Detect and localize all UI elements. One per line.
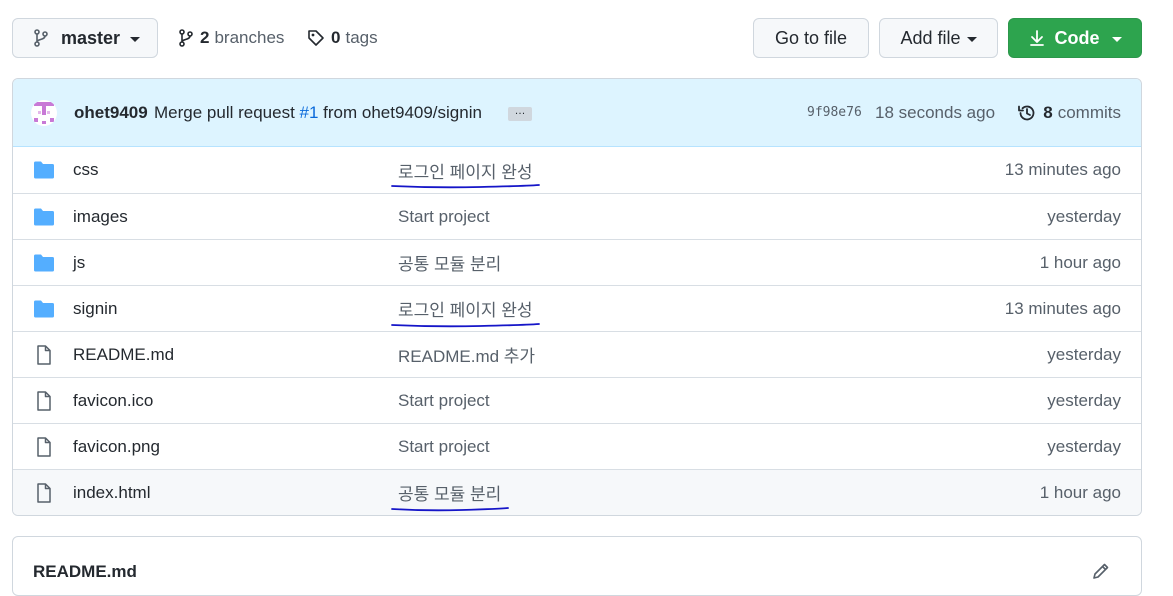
- file-name-link[interactable]: js: [73, 253, 85, 273]
- latest-commit-bar: ohet9409 Merge pull request #1 from ohet…: [13, 79, 1141, 147]
- file-commit-time: yesterday: [1047, 390, 1121, 410]
- pencil-icon[interactable]: [1091, 561, 1111, 581]
- folder-icon: [33, 207, 55, 227]
- branch-name: master: [61, 27, 121, 48]
- file-row: css 로그인 페이지 완성 13 minutes ago: [13, 147, 1141, 193]
- tag-icon: [308, 30, 324, 46]
- file-commit-time: 1 hour ago: [1039, 482, 1121, 502]
- file-commit-message-link[interactable]: README.md 추가: [398, 342, 535, 367]
- folder-icon: [33, 299, 55, 319]
- file-commit-message-link[interactable]: Start project: [398, 437, 490, 457]
- annotation-underline: [391, 323, 540, 328]
- commit-message-suffix: from ohet9409/signin: [318, 102, 482, 122]
- annotation-underline: [391, 184, 540, 189]
- file-commit-message-link[interactable]: 로그인 페이지 완성: [398, 158, 533, 183]
- branches-count: 2: [200, 28, 210, 47]
- file-list: css 로그인 페이지 완성 13 minutes ago images Start p…: [13, 147, 1141, 515]
- commit-sha-link[interactable]: 9f98e76: [807, 105, 862, 120]
- folder-icon: [33, 160, 55, 180]
- download-icon: [1029, 30, 1044, 46]
- chevron-down-icon: [966, 36, 977, 42]
- avatar[interactable]: [31, 100, 57, 126]
- branch-select-button[interactable]: master: [12, 18, 158, 58]
- file-commit-time: yesterday: [1047, 344, 1121, 364]
- file-name-link[interactable]: css: [73, 160, 99, 180]
- tags-link[interactable]: 0 tags: [307, 18, 378, 58]
- file-name-link[interactable]: signin: [73, 299, 117, 319]
- annotation-underline: [391, 507, 509, 512]
- history-icon: [1018, 105, 1035, 120]
- repo-toolbar: master 2 branches 0 tags Go to file Add …: [12, 18, 1142, 58]
- file-commit-message-link[interactable]: 로그인 페이지 완성: [398, 296, 533, 321]
- code-label: Code: [1054, 27, 1100, 48]
- file-row: index.html 공통 모듈 분리 1 hour ago: [13, 469, 1141, 515]
- commit-author-link[interactable]: ohet9409: [74, 103, 148, 123]
- file-commit-time: yesterday: [1047, 206, 1121, 226]
- commit-message-prefix: Merge pull request: [154, 102, 300, 122]
- file-browser: ohet9409 Merge pull request #1 from ohet…: [12, 78, 1142, 516]
- file-name-link[interactable]: favicon.ico: [73, 391, 153, 411]
- readme-panel: README.md: [12, 536, 1142, 596]
- commits-link[interactable]: 8 commits: [1017, 103, 1121, 123]
- file-name-link[interactable]: README.md: [73, 345, 174, 365]
- file-icon: [33, 345, 55, 365]
- file-commit-message-link[interactable]: Start project: [398, 391, 490, 411]
- file-commit-time: 1 hour ago: [1039, 252, 1121, 272]
- file-row: images Start project yesterday: [13, 193, 1141, 239]
- add-file-label: Add file: [900, 27, 961, 48]
- file-commit-time: 13 minutes ago: [1004, 160, 1121, 179]
- chevron-down-icon: [130, 36, 141, 42]
- pull-request-link[interactable]: #1: [300, 103, 319, 122]
- file-commit-time: yesterday: [1047, 436, 1121, 456]
- file-name-link[interactable]: index.html: [73, 483, 150, 503]
- file-row: signin 로그인 페이지 완성 13 minutes ago: [13, 285, 1141, 331]
- file-icon: [33, 437, 55, 457]
- add-file-button[interactable]: Add file: [879, 18, 998, 58]
- folder-icon: [33, 253, 55, 273]
- tags-label: tags: [345, 28, 378, 47]
- commit-time: 18 seconds ago: [875, 102, 996, 122]
- file-name-link[interactable]: images: [73, 207, 128, 227]
- file-commit-message-link[interactable]: 공통 모듈 분리: [398, 480, 501, 505]
- file-name-link[interactable]: favicon.png: [73, 437, 160, 457]
- file-icon: [33, 391, 55, 411]
- git-branch-icon: [34, 29, 48, 47]
- code-button[interactable]: Code: [1008, 18, 1142, 58]
- commit-message[interactable]: Merge pull request #1 from ohet9409/sign…: [154, 103, 482, 123]
- branches-label: branches: [214, 28, 285, 47]
- file-row: js 공통 모듈 분리 1 hour ago: [13, 239, 1141, 285]
- file-commit-message-link[interactable]: Start project: [398, 207, 490, 227]
- go-to-file-label: Go to file: [774, 27, 848, 48]
- branches-link[interactable]: 2 branches: [178, 18, 284, 58]
- file-commit-message-link[interactable]: 공통 모듈 분리: [398, 250, 501, 275]
- chevron-down-icon: [1111, 36, 1122, 42]
- tags-count: 0: [331, 28, 341, 47]
- file-commit-time: 13 minutes ago: [1004, 298, 1121, 318]
- expand-commit-button[interactable]: …: [508, 106, 532, 121]
- file-row: favicon.png Start project yesterday: [13, 423, 1141, 469]
- git-branch-icon: [179, 29, 193, 47]
- readme-title: README.md: [33, 562, 137, 581]
- file-row: favicon.ico Start project yesterday: [13, 377, 1141, 423]
- commits-label: commits: [1057, 102, 1121, 122]
- commits-count: 8: [1043, 102, 1053, 122]
- file-row: README.md README.md 추가 yesterday: [13, 331, 1141, 377]
- go-to-file-button[interactable]: Go to file: [753, 18, 869, 58]
- file-icon: [33, 483, 55, 503]
